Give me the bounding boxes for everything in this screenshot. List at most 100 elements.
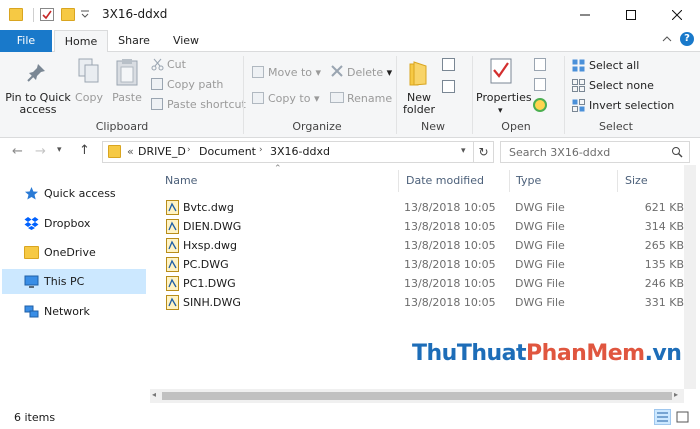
- minimize-button[interactable]: [562, 0, 608, 30]
- copy-icon: [78, 58, 100, 87]
- table-row[interactable]: DIEN.DWG 13/8/2018 10:05 DWG File 314 KB: [162, 217, 690, 236]
- scroll-left-icon[interactable]: ◂: [152, 390, 156, 399]
- new-item-icon[interactable]: [442, 58, 455, 71]
- divider: [33, 8, 34, 22]
- file-size: 135 KB: [644, 258, 684, 271]
- cut-button[interactable]: Cut: [167, 58, 186, 71]
- copy-button[interactable]: Copy: [72, 92, 106, 104]
- details-view-button[interactable]: [654, 409, 671, 425]
- paste-icon: [116, 58, 138, 89]
- scroll-right-icon[interactable]: ▸: [674, 390, 678, 399]
- breadcrumb-document[interactable]: Document: [199, 145, 256, 158]
- pin-to-quick-access-button[interactable]: Pin to Quick access: [4, 92, 72, 116]
- chevron-down-icon[interactable]: ▾: [461, 146, 466, 156]
- divider[interactable]: [617, 170, 618, 192]
- table-row[interactable]: Hxsp.dwg 13/8/2018 10:05 DWG File 265 KB: [162, 236, 690, 255]
- properties-quick-icon[interactable]: [40, 8, 54, 21]
- tab-file[interactable]: File: [0, 30, 52, 52]
- column-header-type[interactable]: Type: [516, 168, 541, 194]
- sidebar-item-quick-access[interactable]: Quick access: [2, 181, 146, 206]
- maximize-button[interactable]: [608, 0, 654, 30]
- file-type: DWG File: [515, 220, 565, 233]
- sidebar-item-label: This PC: [44, 275, 85, 288]
- address-row: ← → ▾ ↑ « DRIVE_D › Document › 3X16-ddxd…: [0, 139, 700, 165]
- tab-view[interactable]: View: [160, 30, 212, 52]
- scrollbar-thumb[interactable]: [162, 392, 672, 400]
- forward-arrow-icon[interactable]: →: [35, 144, 46, 159]
- tab-share[interactable]: Share: [112, 30, 156, 52]
- tab-home[interactable]: Home: [54, 30, 108, 53]
- sidebar-item-label: Network: [44, 305, 90, 318]
- paste-button[interactable]: Paste: [110, 92, 144, 104]
- copy-path-button[interactable]: Copy path: [167, 78, 223, 91]
- table-row[interactable]: PC1.DWG 13/8/2018 10:05 DWG File 246 KB: [162, 274, 690, 293]
- customize-toolbar-icon[interactable]: [80, 9, 90, 22]
- properties-dropdown-icon[interactable]: ▾: [498, 106, 503, 116]
- paste-shortcut-button[interactable]: Paste shortcut: [167, 98, 246, 111]
- star-icon: [25, 187, 38, 200]
- new-folder-icon: [408, 60, 428, 89]
- rename-icon: [330, 92, 344, 103]
- up-arrow-icon[interactable]: ↑: [79, 143, 90, 158]
- recent-locations-icon[interactable]: ▾: [57, 145, 62, 155]
- history-icon[interactable]: [533, 98, 547, 112]
- status-bar: 6 items: [0, 406, 700, 429]
- select-none-icon: [572, 79, 585, 95]
- file-name: SINH.DWG: [183, 296, 241, 309]
- table-row[interactable]: SINH.DWG 13/8/2018 10:05 DWG File 331 KB: [162, 293, 690, 312]
- file-date: 13/8/2018 10:05: [404, 277, 496, 290]
- breadcrumb-drive[interactable]: DRIVE_D: [138, 145, 186, 158]
- item-count: 6 items: [14, 411, 56, 424]
- search-input[interactable]: Search 3X16-ddxd: [500, 141, 690, 163]
- rename-button[interactable]: Rename: [347, 92, 392, 105]
- chevron-right-icon[interactable]: ›: [259, 145, 263, 155]
- easy-access-icon[interactable]: [442, 80, 455, 93]
- divider[interactable]: [398, 170, 399, 192]
- column-header-size[interactable]: Size: [625, 168, 648, 194]
- delete-button[interactable]: Delete ▾: [347, 66, 392, 79]
- close-button[interactable]: [654, 0, 700, 30]
- back-arrow-icon[interactable]: ←: [12, 144, 23, 159]
- sidebar-item-this-pc[interactable]: This PC: [2, 269, 146, 294]
- onedrive-folder-icon: [24, 246, 39, 259]
- horizontal-scrollbar[interactable]: ◂ ▸: [150, 389, 684, 403]
- maximize-icon: [626, 10, 636, 20]
- navigation-pane: Quick access Dropbox OneDrive This PC Ne…: [0, 165, 150, 406]
- monitor-icon: [24, 275, 39, 288]
- chevron-right-icon[interactable]: ›: [187, 145, 191, 155]
- column-header-date[interactable]: Date modified: [406, 168, 484, 194]
- open-icon[interactable]: [534, 58, 546, 71]
- table-row[interactable]: PC.DWG 13/8/2018 10:05 DWG File 135 KB: [162, 255, 690, 274]
- select-none-button[interactable]: Select none: [589, 79, 654, 92]
- new-folder-button[interactable]: New folder: [398, 92, 440, 116]
- close-icon: [672, 10, 682, 20]
- edit-icon[interactable]: [534, 78, 546, 91]
- collapse-ribbon-icon[interactable]: [662, 34, 672, 47]
- clipboard-group-label: Clipboard: [95, 120, 149, 133]
- sidebar-item-onedrive[interactable]: OneDrive: [2, 240, 146, 265]
- breadcrumb-current[interactable]: 3X16-ddxd: [270, 145, 330, 158]
- new-folder-quick-icon[interactable]: [61, 8, 75, 21]
- ribbon: Pin to Quick access Copy Paste Cut Copy …: [0, 52, 700, 138]
- refresh-button[interactable]: ↻: [474, 141, 494, 163]
- column-header-name[interactable]: Name: [165, 168, 197, 194]
- help-icon[interactable]: ?: [680, 32, 694, 46]
- vertical-scrollbar[interactable]: [684, 165, 696, 389]
- sidebar-item-network[interactable]: Network: [2, 299, 146, 324]
- open-group-label: Open: [501, 120, 531, 133]
- file-type: DWG File: [515, 296, 565, 309]
- divider[interactable]: [509, 170, 510, 192]
- pin-icon: [27, 62, 47, 85]
- properties-button[interactable]: Properties: [476, 92, 532, 104]
- sidebar-item-dropbox[interactable]: Dropbox: [2, 211, 146, 236]
- move-to-button[interactable]: Move to ▾: [268, 66, 321, 79]
- table-row[interactable]: Bvtc.dwg 13/8/2018 10:05 DWG File 621 KB: [162, 198, 690, 217]
- paste-shortcut-icon: [151, 98, 163, 110]
- select-all-button[interactable]: Select all: [589, 59, 639, 72]
- invert-selection-button[interactable]: Invert selection: [589, 99, 674, 112]
- copy-to-button[interactable]: Copy to ▾: [268, 92, 319, 105]
- overflow-chevron[interactable]: «: [127, 145, 134, 158]
- dwg-file-icon: [166, 200, 179, 215]
- address-bar[interactable]: « DRIVE_D › Document › 3X16-ddxd ▾: [102, 141, 474, 163]
- large-icons-view-button[interactable]: [674, 409, 691, 425]
